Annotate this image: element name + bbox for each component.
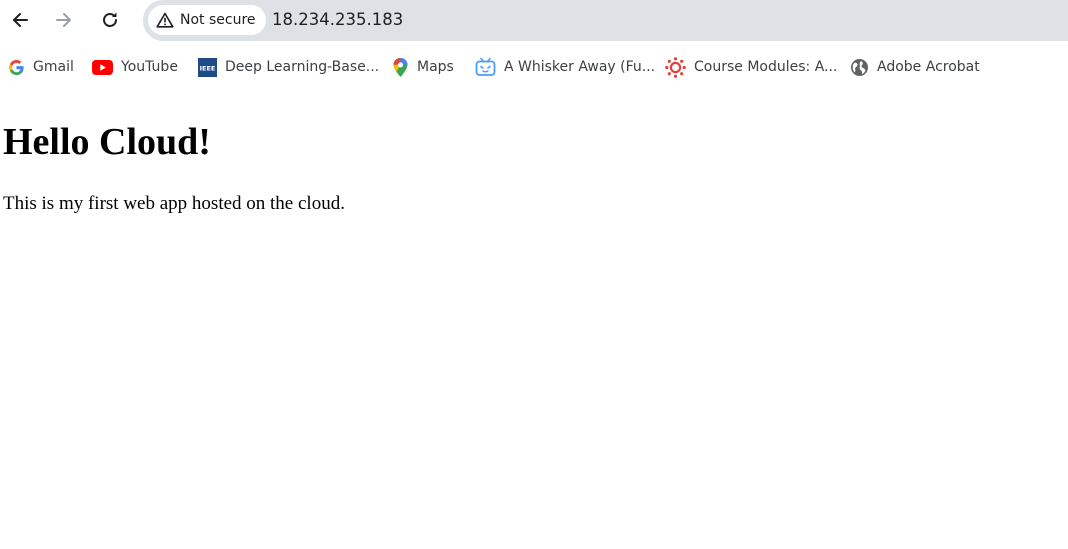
ieee-icon: IEEE — [198, 57, 217, 77]
security-label: Not secure — [180, 12, 256, 28]
bookmark-label: Deep Learning-Base... — [225, 59, 380, 75]
bookmark-adobe-acrobat[interactable]: Adobe Acrobat — [850, 56, 980, 78]
forward-arrow-icon — [56, 13, 71, 27]
bookmark-label: Course Modules: A... — [694, 59, 838, 75]
back-button[interactable] — [5, 5, 35, 35]
svg-text:IEEE: IEEE — [200, 64, 216, 72]
page-heading: Hello Cloud! — [3, 121, 211, 163]
bookmark-label: Adobe Acrobat — [877, 59, 980, 75]
canvas-icon — [665, 56, 686, 78]
bookmark-whisker-away[interactable]: A Whisker Away (Fu... — [475, 56, 655, 78]
page-paragraph: This is my first web app hosted on the c… — [3, 193, 345, 214]
youtube-icon — [92, 59, 113, 75]
bookmark-label: Gmail — [33, 59, 74, 75]
reload-icon — [103, 12, 117, 27]
bookmark-label: A Whisker Away (Fu... — [504, 59, 656, 75]
bookmark-label: Maps — [417, 59, 454, 75]
browser-toolbar: Not secure 18.234.235.183 — [0, 0, 1068, 41]
google-icon — [8, 59, 24, 75]
bookmark-ieee[interactable]: IEEE Deep Learning-Base... — [198, 56, 379, 78]
bilibili-icon — [475, 57, 496, 76]
bookmark-maps[interactable]: Maps — [392, 56, 454, 78]
forward-button[interactable] — [49, 5, 79, 35]
bookmark-youtube[interactable]: YouTube — [92, 56, 178, 78]
security-chip[interactable]: Not secure — [148, 5, 266, 35]
url-text[interactable]: 18.234.235.183 — [272, 10, 403, 29]
reload-button[interactable] — [95, 5, 125, 35]
bookmark-label: YouTube — [121, 59, 178, 75]
bookmark-gmail[interactable]: Gmail — [8, 56, 74, 78]
maps-pin-icon — [393, 57, 408, 77]
bookmark-course-modules[interactable]: Course Modules: A... — [665, 56, 837, 78]
bookmarks-bar: Gmail YouTube IEEE Deep Learning-Base...… — [0, 48, 1068, 86]
globe-icon — [851, 58, 868, 76]
back-arrow-icon — [13, 13, 28, 27]
address-bar[interactable]: Not secure 18.234.235.183 — [143, 0, 1068, 41]
warning-icon — [156, 12, 174, 28]
